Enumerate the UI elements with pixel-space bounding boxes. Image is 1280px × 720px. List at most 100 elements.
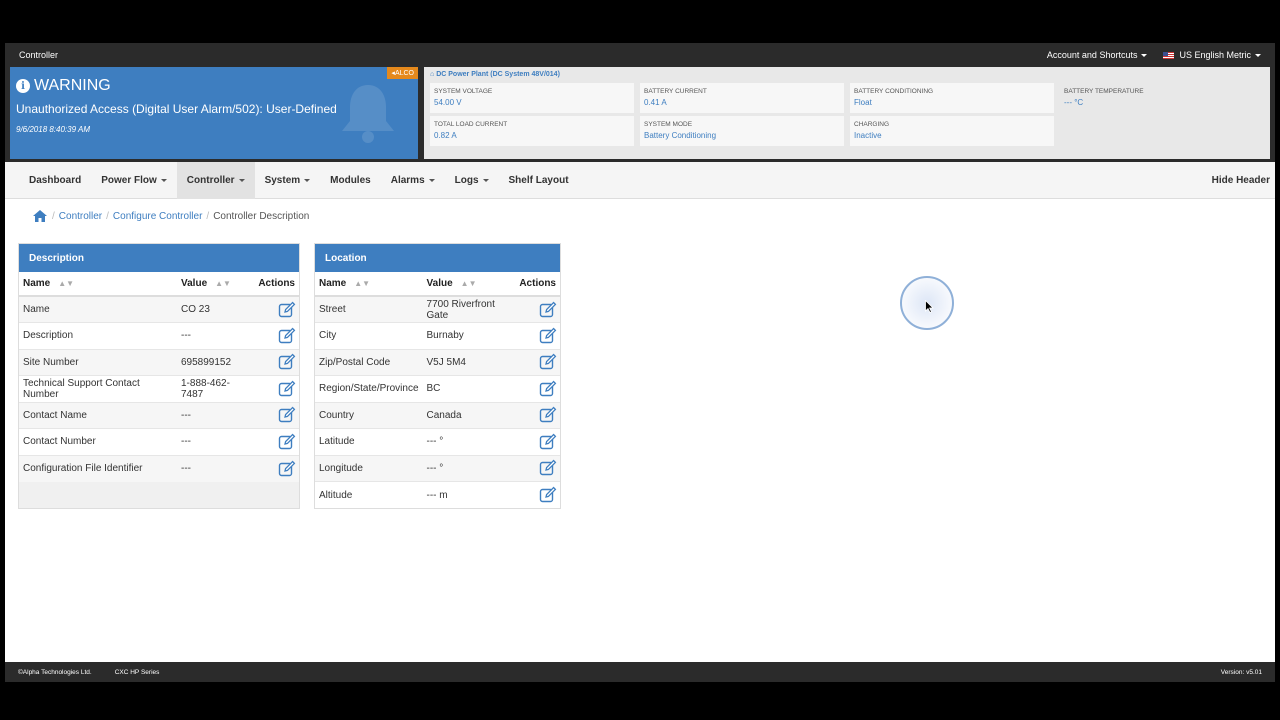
column-header-name[interactable]: Name ▲▼ <box>315 272 423 297</box>
nav-label: Power Flow <box>101 174 157 186</box>
metric-label: SYSTEM VOLTAGE <box>434 88 493 95</box>
edit-button[interactable] <box>254 295 299 323</box>
edit-button[interactable] <box>254 375 299 402</box>
edit-button[interactable] <box>254 401 299 429</box>
hide-header-label: Hide Header <box>1211 174 1270 186</box>
column-header-value[interactable]: Value ▲▼ <box>422 272 516 297</box>
edit-icon <box>539 327 557 343</box>
location-table: Name ▲▼ Value ▲▼ Actions Street 7700 Riverf… <box>315 272 560 508</box>
edit-button[interactable] <box>515 322 560 349</box>
metric-label: TOTAL LOAD CURRENT <box>434 121 508 128</box>
edit-button[interactable] <box>515 428 560 455</box>
row-name: Contact Number <box>19 428 177 455</box>
nav-shelf-layout[interactable]: Shelf Layout <box>499 162 579 199</box>
edit-button[interactable] <box>254 428 299 455</box>
row-name: Country <box>315 401 423 429</box>
metric-value: --- °C <box>1064 98 1084 107</box>
nav-alarms[interactable]: Alarms <box>381 162 445 199</box>
breadcrumb-current: Controller Description <box>213 210 310 222</box>
language-menu[interactable]: US English Metric <box>1163 50 1261 60</box>
table-row: Configuration File Identifier --- <box>19 454 299 482</box>
row-name: City <box>315 322 423 349</box>
nav-modules[interactable]: Modules <box>320 162 381 199</box>
chevron-down-icon <box>238 178 245 182</box>
table-row: Name CO 23 <box>19 295 299 323</box>
metric-system-voltage: SYSTEM VOLTAGE 54.00 V <box>430 83 634 113</box>
row-value: Canada <box>422 401 516 429</box>
edit-icon <box>278 301 296 317</box>
table-row: Longitude --- ° <box>315 454 560 482</box>
column-header-name[interactable]: Name ▲▼ <box>19 272 177 297</box>
row-name: Longitude <box>315 454 423 482</box>
table-row: Contact Number --- <box>19 428 299 455</box>
column-header-label: Value <box>181 278 208 289</box>
breadcrumb-controller[interactable]: Controller <box>59 211 102 222</box>
row-name: Configuration File Identifier <box>19 454 177 482</box>
breadcrumb-separator: / <box>106 210 109 222</box>
breadcrumb-configure-controller[interactable]: Configure Controller <box>113 211 203 222</box>
metric-value: 0.82 A <box>434 131 457 140</box>
table-header-row: Name ▲▼ Value ▲▼ Actions <box>19 272 299 297</box>
nav-controller[interactable]: Controller <box>176 161 255 199</box>
nav-logs[interactable]: Logs <box>445 162 499 199</box>
alco-badge[interactable]: ◂ALCO <box>387 67 418 79</box>
nav-label: Shelf Layout <box>508 174 569 186</box>
description-panel-title: Description <box>19 244 299 272</box>
location-table-body: Street 7700 Riverfront Gate City Burnaby Zip… <box>315 295 560 508</box>
hide-header-button[interactable]: Hide Header <box>1202 162 1275 199</box>
edit-icon <box>539 353 557 370</box>
row-name: Name <box>19 295 177 323</box>
metric-label: SYSTEM MODE <box>644 121 693 128</box>
table-row: Technical Support Contact Number 1-888-46… <box>19 375 299 402</box>
nav-dashboard[interactable]: Dashboard <box>19 162 91 199</box>
language-label: US English Metric <box>1179 50 1251 60</box>
plant-metrics-grid: SYSTEM VOLTAGE 54.00 V BATTERY CURRENT 0.4… <box>430 83 1264 146</box>
row-value: 1-888-462-7487 <box>177 375 255 402</box>
metric-battery-current: BATTERY CURRENT 0.41 A <box>640 83 844 113</box>
edit-button[interactable] <box>515 454 560 482</box>
sort-icon: ▲▼ <box>58 279 75 288</box>
top-bar: Controller Account and Shortcuts US Engl… <box>5 43 1275 67</box>
edit-button[interactable] <box>515 295 560 323</box>
edit-button[interactable] <box>254 348 299 376</box>
home-icon[interactable] <box>32 209 48 223</box>
table-row: Contact Name --- <box>19 401 299 429</box>
row-value: V5J 5M4 <box>422 348 516 376</box>
metric-battery-conditioning: BATTERY CONDITIONING Float <box>850 83 1054 113</box>
dc-power-plant-summary: ⌂ DC Power Plant (DC System 48V/014) SYS… <box>424 67 1270 159</box>
footer: ©Alpha Technologies Ltd. CXC HP Series V… <box>5 662 1275 682</box>
row-value: CO 23 <box>177 295 255 323</box>
edit-button[interactable] <box>254 322 299 349</box>
row-value: --- <box>177 454 255 482</box>
breadcrumb-separator: / <box>52 210 55 222</box>
row-name: Latitude <box>315 428 423 455</box>
table-row: Region/State/Province BC <box>315 375 560 402</box>
edit-button[interactable] <box>254 454 299 482</box>
edit-button[interactable] <box>515 348 560 376</box>
edit-button[interactable] <box>515 375 560 402</box>
row-value: --- <box>177 401 255 429</box>
row-name: Altitude <box>315 481 423 508</box>
app-title: Controller <box>19 50 59 60</box>
edit-button[interactable] <box>515 481 560 508</box>
row-value: --- <box>177 322 255 349</box>
row-name: Street <box>315 295 423 323</box>
warning-alarm-box[interactable]: i WARNING Unauthorized Access (Digital U… <box>10 67 418 159</box>
column-header-value[interactable]: Value ▲▼ <box>177 272 255 297</box>
account-shortcuts-label: Account and Shortcuts <box>1046 50 1138 60</box>
sort-icon: ▲▼ <box>354 279 371 288</box>
nav-power-flow[interactable]: Power Flow <box>91 162 177 199</box>
breadcrumb: / Controller / Configure Controller / Co… <box>5 199 1275 223</box>
nav-system[interactable]: System <box>255 162 321 199</box>
footer-copyright: ©Alpha Technologies Ltd. <box>18 668 92 676</box>
chevron-down-icon <box>304 178 311 182</box>
row-name: Contact Name <box>19 401 177 429</box>
metric-value: Battery Conditioning <box>644 131 717 140</box>
edit-button[interactable] <box>515 401 560 429</box>
plant-title[interactable]: ⌂ DC Power Plant (DC System 48V/014) <box>430 71 1264 78</box>
location-panel: Location Name ▲▼ Value ▲▼ Actions Street 77… <box>314 243 561 509</box>
metric-value: Inactive <box>854 131 882 140</box>
account-shortcuts-menu[interactable]: Account and Shortcuts <box>1047 50 1148 60</box>
edit-icon <box>539 486 557 503</box>
app-window: Controller Account and Shortcuts US Engl… <box>5 43 1275 682</box>
